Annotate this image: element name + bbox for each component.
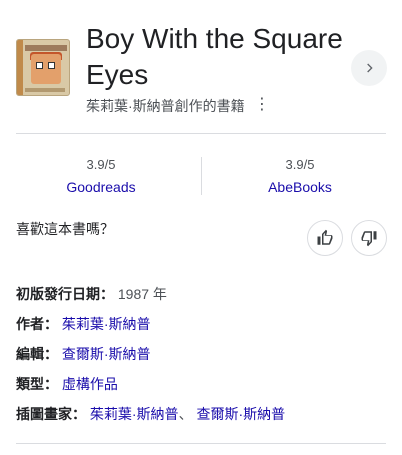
fact-author: 作者： 茱莉葉·斯納普 <box>16 314 151 334</box>
knowledge-panel-header: Boy With the Square Eyes 茱莉葉·斯納普創作的書籍 ⋮ <box>0 0 402 133</box>
author-link[interactable]: 茱莉葉·斯納普 <box>62 316 151 332</box>
dislike-button[interactable] <box>351 220 387 256</box>
rating-source-link[interactable]: AbeBooks <box>215 177 385 197</box>
rating-divider <box>201 157 202 195</box>
rating-score: 3.9/5 <box>285 157 315 172</box>
illustrator-link[interactable]: 查爾斯·斯納普 <box>196 406 285 422</box>
like-button[interactable] <box>307 220 343 256</box>
fact-label: 編輯： <box>16 346 58 362</box>
chevron-right-icon <box>367 63 373 73</box>
cover-bottom-strip <box>25 88 65 92</box>
cover-spine <box>17 40 23 95</box>
divider <box>16 133 386 134</box>
thumbs-up-icon <box>317 229 333 245</box>
editor-link[interactable]: 查爾斯·斯納普 <box>62 346 151 362</box>
next-button[interactable] <box>351 50 387 86</box>
cover-title-strip <box>25 45 67 51</box>
rating-abebooks: 3.9/5 AbeBooks <box>215 157 385 197</box>
cover-face <box>31 54 61 84</box>
fact-label: 初版發行日期： <box>16 286 114 302</box>
fact-value: 1987 年 <box>117 286 167 302</box>
rating-source-link[interactable]: Goodreads <box>16 177 186 197</box>
like-question: 喜歡這本書嗎？ <box>16 221 114 237</box>
list-separator: 、 <box>178 406 193 422</box>
book-subtitle: 茱莉葉·斯納普創作的書籍 <box>86 98 245 114</box>
fact-label: 插圖畫家： <box>16 406 86 422</box>
illustrator-link[interactable]: 茱莉葉·斯納普 <box>90 406 179 422</box>
book-title: Boy With the Square Eyes <box>86 23 343 90</box>
fact-label: 作者： <box>16 316 58 332</box>
thumbs-down-icon <box>361 231 377 247</box>
cover-square-eye-right <box>48 62 55 69</box>
rating-score: 3.9/5 <box>86 157 116 172</box>
fact-label: 類型： <box>16 376 58 392</box>
fact-first-published: 初版發行日期： 1987 年 <box>16 284 167 304</box>
more-options-icon[interactable]: ⋮ <box>254 96 270 116</box>
cover-square-eye-left <box>36 62 43 69</box>
divider <box>16 443 386 444</box>
rating-goodreads: 3.9/5 Goodreads <box>16 157 186 197</box>
genre-link[interactable]: 虛構作品 <box>62 376 118 392</box>
fact-editor: 編輯： 查爾斯·斯納普 <box>16 344 151 364</box>
fact-genre: 類型： 虛構作品 <box>16 374 118 394</box>
book-cover-image[interactable] <box>16 39 70 96</box>
fact-illustrators: 插圖畫家： 茱莉葉·斯納普、 查爾斯·斯納普 <box>16 404 285 424</box>
